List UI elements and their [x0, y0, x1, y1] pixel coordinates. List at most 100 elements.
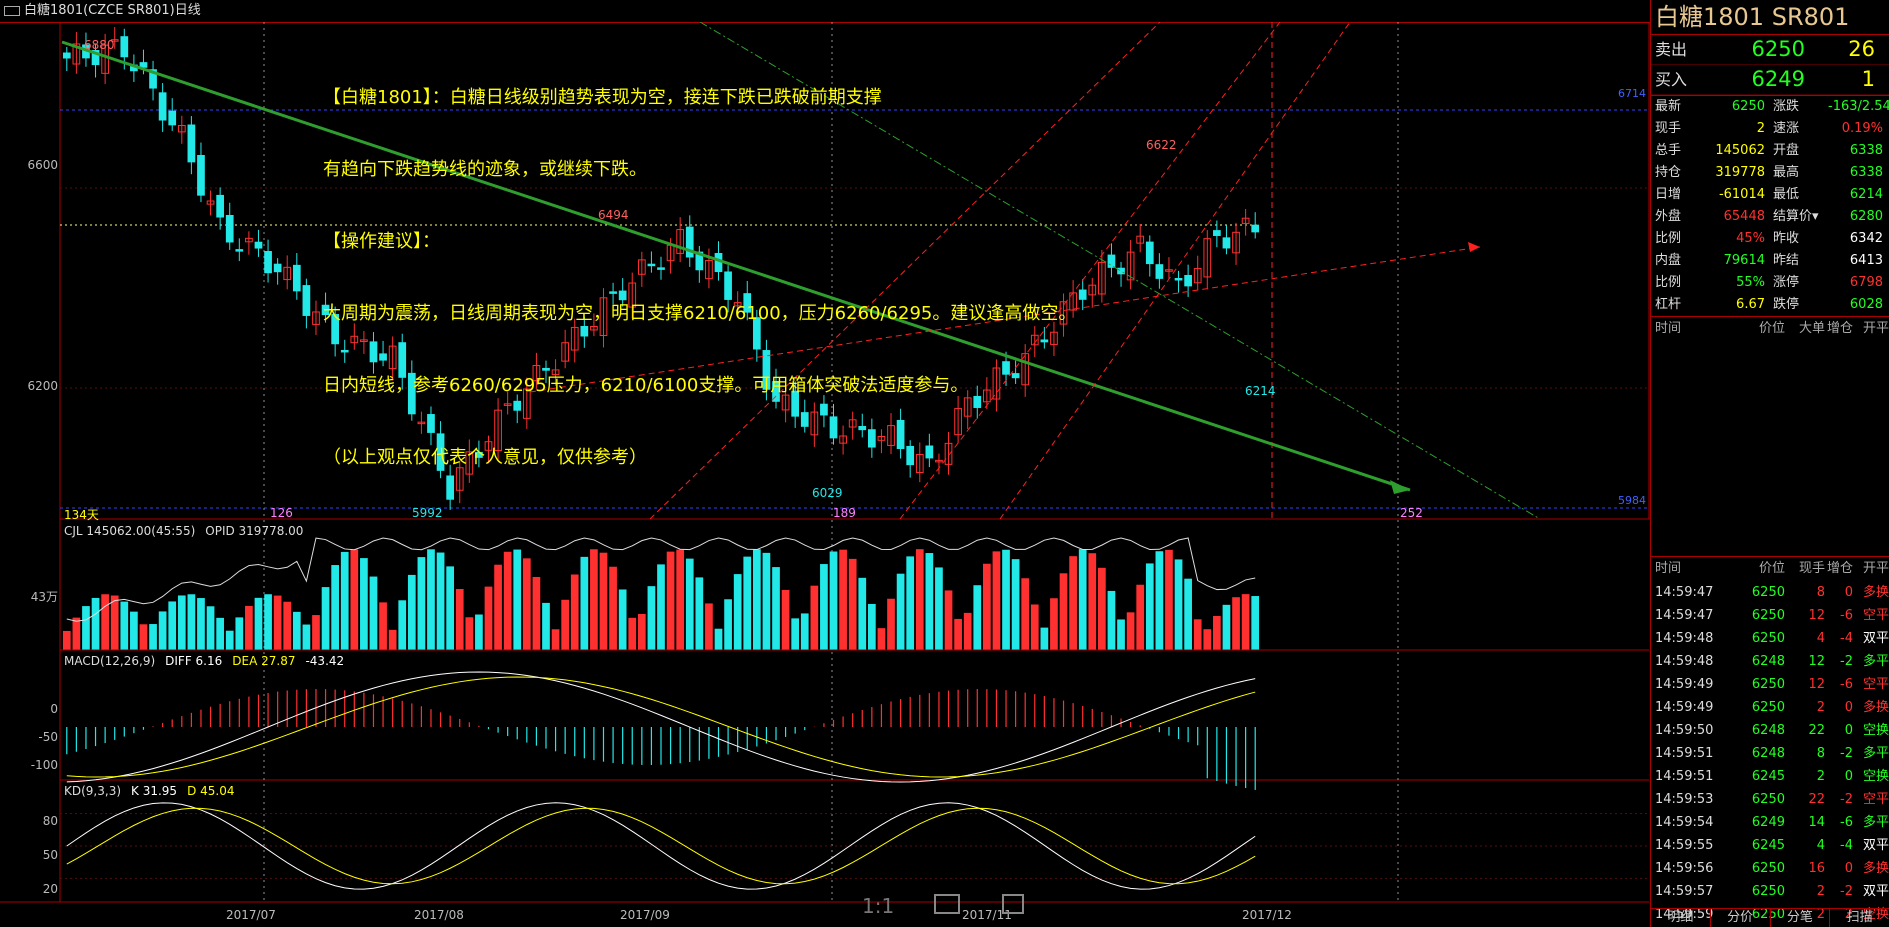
tick-oi-change: -4 [1840, 838, 1853, 853]
tick-row[interactable]: 14:59:50 6248 22 0 空换 [1651, 719, 1889, 742]
candle-body [197, 154, 205, 196]
stat-label: 开盘 [1773, 143, 1800, 158]
stat-label: 比例 [1655, 275, 1682, 290]
volume-bar [1078, 549, 1087, 650]
tick-row[interactable]: 14:59:47 6250 12 -6 空平 [1651, 604, 1889, 627]
tick-row[interactable]: 14:59:49 6250 12 -6 空平 [1651, 673, 1889, 696]
tick-volume: 12 [1808, 654, 1825, 669]
tick-row[interactable]: 14:59:49 6250 2 0 多换 [1651, 696, 1889, 719]
volume-bar [1251, 596, 1260, 650]
tick-type: 多换 [1862, 861, 1889, 876]
ask-row[interactable]: 卖出 6250 26 [1651, 35, 1889, 65]
volume-bar [867, 603, 876, 650]
tick-time: 14:59:51 [1655, 746, 1714, 761]
tick-row[interactable]: 14:59:48 6248 12 -2 多平 [1651, 650, 1889, 673]
candle-body [1222, 237, 1231, 249]
tick-time: 14:59:48 [1655, 654, 1714, 669]
price-label-6622: 6622 [1146, 138, 1177, 152]
chart-area[interactable]: 【白糖1801】：白糖日线级别趋势表现为空，接连下跌已跌破前期支撑 有趋向下跌趋… [0, 22, 1650, 927]
edit-window-icon[interactable] [1002, 894, 1024, 914]
volume-bar [590, 549, 598, 650]
volume-bar [973, 585, 982, 650]
tab-3[interactable]: 扫描 [1830, 909, 1889, 927]
tick-type: 空平 [1862, 792, 1889, 807]
volume-bar [1069, 556, 1077, 650]
tick-volume: 12 [1808, 608, 1825, 623]
volume-bar [350, 549, 359, 650]
volume-bar [820, 564, 828, 650]
volume-bar [858, 577, 867, 650]
volume-bar [197, 598, 205, 650]
tick-row[interactable]: 14:59:55 6245 4 -4 双平 [1651, 834, 1889, 857]
volume-bar [1165, 549, 1173, 650]
tick-oi-change: -2 [1840, 654, 1853, 669]
ask-volume: 26 [1848, 37, 1875, 61]
tick-row[interactable]: 14:59:57 6250 2 -2 双平 [1651, 880, 1889, 903]
candle-body [1155, 264, 1164, 279]
candle-body [216, 194, 224, 218]
column-header: 大单 [1798, 321, 1825, 336]
contract-title: 白糖1801 SR801 [1651, 0, 1889, 35]
tick-row[interactable]: 14:59:48 6250 4 -4 双平 [1651, 627, 1889, 650]
volume-bar [580, 556, 589, 650]
volume-bar [561, 599, 570, 650]
zoom-ratio-button[interactable]: 1:1 [862, 894, 894, 918]
volume-bar [935, 567, 943, 650]
fit-screen-icon[interactable] [934, 894, 960, 914]
tab-0[interactable]: 明细 [1651, 909, 1711, 927]
window-menu-icon[interactable] [4, 5, 20, 16]
x-tick: 2017/12 [1242, 908, 1292, 922]
stat-label: 最高 [1773, 165, 1800, 180]
volume-bar [149, 624, 157, 650]
volume-bar [705, 603, 713, 650]
stat-value: 6280 [1849, 209, 1883, 224]
tick-volume: 22 [1808, 723, 1825, 738]
tick-row[interactable]: 14:59:51 6248 8 -2 多平 [1651, 742, 1889, 765]
volume-bar [906, 556, 915, 650]
tick-price: 6250 [1751, 884, 1785, 899]
stat-label: 涨跌 [1773, 99, 1800, 114]
tick-time: 14:59:51 [1655, 769, 1714, 784]
annotation-line: （以上观点仅代表个人意见，仅供参考） [323, 447, 647, 468]
tab-1[interactable]: 分价 [1711, 909, 1771, 927]
volume-bar [676, 549, 685, 650]
volume-bar [743, 556, 752, 650]
volume-bar [321, 587, 330, 650]
tick-oi-change: -6 [1840, 608, 1853, 623]
volume-bar [1232, 597, 1240, 650]
volume-bar [772, 567, 780, 650]
quote-panel: 白糖1801 SR801 卖出 6250 26 买入 6249 1 最新 6250… [1650, 0, 1889, 927]
stat-label: 持仓 [1655, 165, 1682, 180]
volume-bar [484, 586, 493, 650]
bid-volume: 1 [1861, 67, 1875, 91]
tick-type: 多平 [1862, 815, 1889, 830]
candle-body [225, 214, 234, 243]
big-order-header: 时间 价位 大单 增仓 开平 [1651, 316, 1889, 341]
volume-bar [101, 594, 109, 650]
volume-bar [752, 549, 761, 650]
kd-title: KD(9,3,3) [64, 784, 122, 798]
volume-bar [992, 551, 1001, 650]
tick-row[interactable]: 14:59:54 6249 14 -6 多平 [1651, 811, 1889, 834]
stat-value: 6338 [1849, 143, 1883, 158]
stat-label: 昨收 [1773, 231, 1800, 246]
tick-price: 6248 [1751, 746, 1785, 761]
candle-body [254, 241, 263, 249]
candle-body [1213, 230, 1221, 236]
tick-row[interactable]: 14:59:47 6250 8 0 多换 [1651, 581, 1889, 604]
tick-volume: 4 [1816, 631, 1825, 646]
candle-body [158, 92, 167, 121]
tick-row[interactable]: 14:59:51 6245 2 0 空换 [1651, 765, 1889, 788]
tick-row[interactable]: 14:59:56 6250 16 0 多换 [1651, 857, 1889, 880]
volume-bar [877, 628, 886, 650]
tab-2[interactable]: 分笔 [1771, 909, 1831, 927]
stat-value: 79614 [1723, 253, 1765, 268]
kd-d: D 45.04 [187, 784, 235, 798]
stat-row: 总手 145062 开盘 6338 [1651, 140, 1889, 162]
big-order-list[interactable] [1651, 341, 1889, 556]
tick-list[interactable]: 14:59:47 6250 8 0 多换 14:59:47 6250 12 -6 空平 14:59:… [1651, 581, 1889, 926]
tick-row[interactable]: 14:59:53 6250 22 -2 空平 [1651, 788, 1889, 811]
bid-row[interactable]: 买入 6249 1 [1651, 65, 1889, 95]
candle-body [1107, 254, 1116, 268]
volume-bar [848, 558, 857, 650]
